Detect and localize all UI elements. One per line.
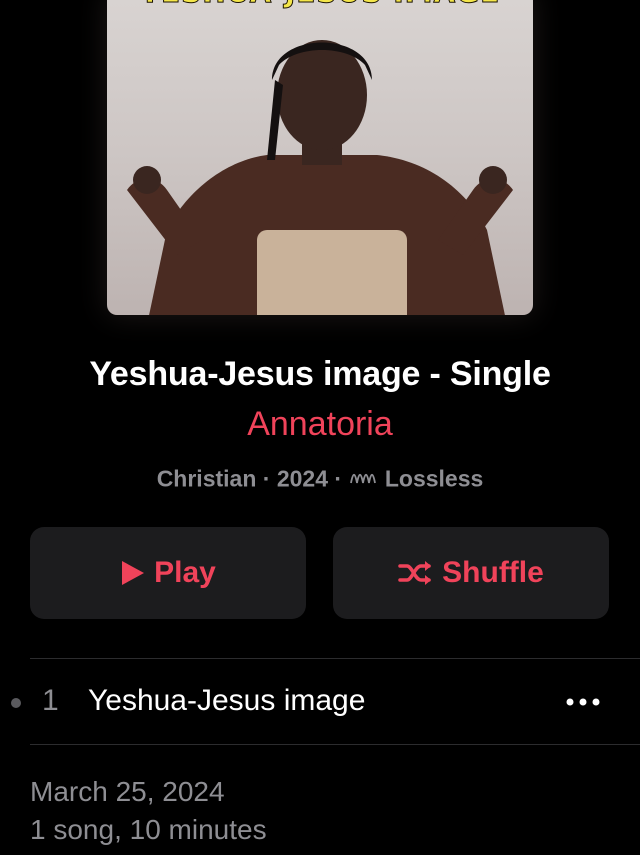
quality-label: Lossless bbox=[384, 465, 484, 492]
now-playing-dot-icon bbox=[11, 698, 21, 708]
album-artwork: YESHUA-JESUS IMAGE bbox=[107, 0, 533, 315]
year-label: 2024 bbox=[276, 465, 328, 492]
divider bbox=[30, 658, 640, 659]
track-title: Yeshua-Jesus image bbox=[88, 684, 366, 717]
artwork-title-text: YESHUA-JESUS IMAGE bbox=[107, 0, 533, 10]
play-icon bbox=[120, 559, 146, 587]
shuffle-button-label: Shuffle bbox=[442, 556, 544, 589]
play-button-label: Play bbox=[154, 556, 216, 589]
shuffle-icon bbox=[398, 559, 434, 587]
meta-separator: · bbox=[334, 465, 343, 492]
play-button[interactable]: Play bbox=[30, 527, 306, 619]
meta-separator: · bbox=[262, 465, 271, 492]
ellipsis-icon[interactable] bbox=[555, 680, 611, 724]
album-title: Yeshua-Jesus image - Single bbox=[89, 355, 551, 393]
shuffle-button[interactable]: Shuffle bbox=[333, 527, 609, 619]
track-number: 1 bbox=[42, 684, 59, 717]
genre-label: Christian bbox=[156, 465, 257, 492]
album-metadata: Christian · 2024 · Lossless bbox=[0, 465, 640, 496]
artwork-image bbox=[127, 40, 513, 315]
artist-link[interactable]: Annatoria bbox=[0, 405, 640, 444]
divider bbox=[30, 744, 640, 745]
lossless-wave-icon bbox=[350, 465, 377, 492]
release-date: March 25, 2024 bbox=[30, 776, 225, 807]
track-row[interactable]: 1 Yeshua-Jesus image bbox=[0, 660, 640, 744]
album-footer: March 25, 2024 1 song, 10 minutes bbox=[30, 773, 267, 849]
album-summary: 1 song, 10 minutes bbox=[30, 814, 267, 845]
